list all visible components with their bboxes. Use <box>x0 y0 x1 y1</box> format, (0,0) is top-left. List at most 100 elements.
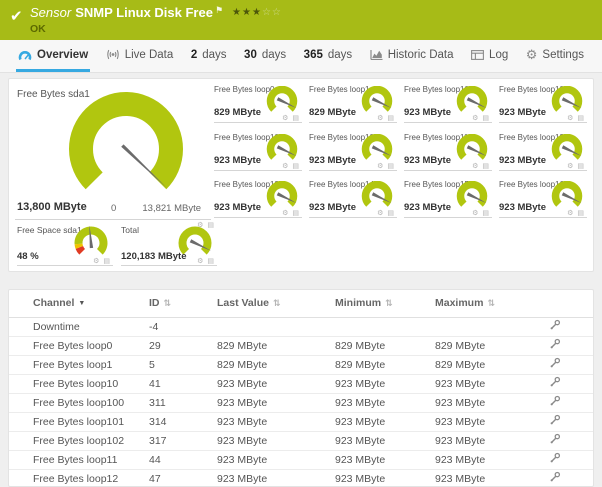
gauge-settings-icon[interactable]: ⚙ <box>377 163 384 170</box>
gauge-pin-icon[interactable]: ▤ <box>387 163 395 170</box>
column-header-channel[interactable]: Channel ▼ <box>9 290 141 318</box>
channel-settings-icon[interactable] <box>529 469 593 486</box>
tab-label: days <box>261 48 287 61</box>
sort-both-icon[interactable]: ⇅ <box>164 298 172 308</box>
channel-settings-icon[interactable] <box>529 355 593 375</box>
column-header-last-value[interactable]: Last Value ⇅ <box>209 290 327 318</box>
table-row[interactable]: Free Bytes loop1 5 829 MByte 829 MByte 829 M… <box>9 355 593 375</box>
gauge-pin-icon[interactable]: ▤ <box>482 163 490 170</box>
divider <box>214 122 302 123</box>
gauge-corner-icons[interactable]: ⚙ ▤ <box>282 114 300 122</box>
table-row[interactable]: Free Bytes loop102 317 923 MByte 923 MByte 9… <box>9 431 593 451</box>
gauge-corner-icons[interactable]: ⚙ ▤ <box>567 162 585 170</box>
gauge-pin-icon[interactable]: ▤ <box>482 210 490 217</box>
stars-empty: ☆☆ <box>261 7 282 18</box>
gauge-tile-free-bytes-loop0[interactable]: Free Bytes loop0 829 MByte ⚙ ▤ <box>214 84 309 132</box>
gauge-corner-icons[interactable]: ⚙ ▤ <box>472 209 490 217</box>
gauge-tile-free-bytes-loop12[interactable]: Free Bytes loop12 923 MByte ⚙ ▤ <box>499 132 594 180</box>
tab-historic-data[interactable]: Historic Data <box>368 40 456 72</box>
sort-both-icon[interactable]: ⇅ <box>487 298 495 308</box>
gauge-pin-icon[interactable]: ▤ <box>577 210 585 217</box>
gauge-tile-free-bytes-loop14[interactable]: Free Bytes loop14 923 MByte ⚙ ▤ <box>309 179 404 227</box>
channel-settings-icon[interactable] <box>529 336 593 356</box>
gauge-settings-icon[interactable]: ⚙ <box>282 163 289 170</box>
tab-30-days[interactable]: 30 days <box>242 40 288 72</box>
gauge-settings-icon[interactable]: ⚙ <box>282 115 289 122</box>
gauge-tile-free-bytes-loop13[interactable]: Free Bytes loop13 923 MByte ⚙ ▤ <box>214 179 309 227</box>
gauge-corner-icons[interactable]: ⚙ ▤ <box>93 257 111 265</box>
table-row[interactable]: Free Bytes loop101 314 923 MByte 923 MByte 9… <box>9 412 593 432</box>
gauge-pin-icon[interactable]: ▤ <box>482 115 490 122</box>
gauge-tile-free-bytes-loop101[interactable]: Free Bytes loop101 923 MByte ⚙ ▤ <box>214 132 309 180</box>
tab-live-data[interactable]: Live Data <box>104 40 176 72</box>
gauge-corner-icons[interactable]: ⚙ ▤ <box>472 114 490 122</box>
table-row[interactable]: Free Bytes loop12 47 923 MByte 923 MByte 923… <box>9 469 593 486</box>
sort-both-icon[interactable]: ⇅ <box>385 298 393 308</box>
gauge-settings-icon[interactable]: ⚙ <box>197 258 204 265</box>
channel-settings-icon[interactable] <box>529 374 593 394</box>
channel-settings-icon[interactable] <box>529 431 593 451</box>
channel-settings-icon[interactable] <box>529 393 593 413</box>
tab-settings[interactable]: ⚙ Settings <box>524 40 586 72</box>
tab-2-days[interactable]: 2 days <box>189 40 229 72</box>
gauge-settings-icon[interactable]: ⚙ <box>377 115 384 122</box>
gauge-pin-icon[interactable]: ▤ <box>292 115 300 122</box>
channel-settings-icon[interactable] <box>529 412 593 432</box>
gauge-tile-free-space-sda1[interactable]: Free Space sda1 48 % ⚙ ▤ <box>17 225 113 269</box>
gauge-corner-icons[interactable]: ⚙ ▤ <box>377 162 395 170</box>
tab-label: Live Data <box>124 48 174 61</box>
gauge-tile-total[interactable]: Total 120,183 MByte ⚙ ▤ <box>121 225 217 269</box>
gauge-pin-icon[interactable]: ▤ <box>292 210 300 217</box>
gauge-settings-icon[interactable]: ⚙ <box>472 210 479 217</box>
table-row[interactable]: Downtime -4 <box>9 317 593 337</box>
sort-both-icon[interactable]: ⇅ <box>273 298 281 308</box>
gauge-settings-icon[interactable]: ⚙ <box>93 258 100 265</box>
gauge-tile-free-bytes-loop10[interactable]: Free Bytes loop10 923 MByte ⚙ ▤ <box>404 84 499 132</box>
gauge-settings-icon[interactable]: ⚙ <box>282 210 289 217</box>
channel-cell: Free Bytes loop100 <box>9 393 141 413</box>
gauge-settings-icon[interactable]: ⚙ <box>567 115 574 122</box>
table-row[interactable]: Free Bytes loop10 41 923 MByte 923 MByte 923… <box>9 374 593 394</box>
column-header-minimum[interactable]: Minimum ⇅ <box>327 290 427 318</box>
table-row[interactable]: Free Bytes loop100 311 923 MByte 923 MByte 9… <box>9 393 593 413</box>
gauge-tile-free-bytes-loop16[interactable]: Free Bytes loop16 923 MByte ⚙ ▤ <box>499 179 594 227</box>
gauge-settings-icon[interactable]: ⚙ <box>377 210 384 217</box>
gauge-tile-free-bytes-loop11[interactable]: Free Bytes loop11 923 MByte ⚙ ▤ <box>404 132 499 180</box>
column-header-maximum[interactable]: Maximum ⇅ <box>427 290 529 318</box>
divider <box>404 169 492 171</box>
gauge-corner-icons[interactable]: ⚙ ▤ <box>377 209 395 217</box>
priority-stars[interactable]: ★★★☆☆ <box>232 7 282 18</box>
gauge-corner-icons[interactable]: ⚙ ▤ <box>197 257 215 265</box>
gauge-tile-free-bytes-loop102[interactable]: Free Bytes loop102 923 MByte ⚙ ▤ <box>309 132 404 180</box>
gauge-settings-icon[interactable]: ⚙ <box>567 210 574 217</box>
gauge-pin-icon[interactable]: ▤ <box>387 115 395 122</box>
gauge-tile-free-bytes-loop15[interactable]: Free Bytes loop15 923 MByte ⚙ ▤ <box>404 179 499 227</box>
gauge-corner-icons[interactable]: ⚙ ▤ <box>472 162 490 170</box>
gauge-corner-icons[interactable]: ⚙ ▤ <box>282 162 300 170</box>
gauge-settings-icon[interactable]: ⚙ <box>472 115 479 122</box>
gauge-tile-main[interactable]: Free Bytes sda1 13,800 MByte 0 13,821 MB… <box>15 85 215 229</box>
gauge-corner-icons[interactable]: ⚙ ▤ <box>567 209 585 217</box>
gauge-pin-icon[interactable]: ▤ <box>207 258 215 265</box>
tab-overview[interactable]: Overview <box>16 40 91 72</box>
gauge-pin-icon[interactable]: ▤ <box>577 163 585 170</box>
gauge-settings-icon[interactable]: ⚙ <box>472 163 479 170</box>
gauge-pin-icon[interactable]: ▤ <box>387 210 395 217</box>
sort-desc-icon[interactable]: ▼ <box>78 300 85 307</box>
gauge-tile-free-bytes-loop100[interactable]: Free Bytes loop100 923 MByte ⚙ ▤ <box>499 84 594 132</box>
column-header-id[interactable]: ID ⇅ <box>141 290 209 318</box>
gauge-corner-icons[interactable]: ⚙ ▤ <box>377 114 395 122</box>
tab-log[interactable]: Log <box>469 40 510 72</box>
gauge-corner-icons[interactable]: ⚙ ▤ <box>567 114 585 122</box>
gauge-pin-icon[interactable]: ▤ <box>577 115 585 122</box>
table-row[interactable]: Free Bytes loop0 29 829 MByte 829 MByte 829 … <box>9 336 593 356</box>
gauge-corner-icons[interactable]: ⚙ ▤ <box>282 209 300 217</box>
channel-settings-icon[interactable] <box>529 450 593 470</box>
table-row[interactable]: Free Bytes loop11 44 923 MByte 923 MByte 923… <box>9 450 593 470</box>
tab-365-days[interactable]: 365 days <box>302 40 354 72</box>
channel-settings-icon[interactable] <box>529 317 593 337</box>
gauge-pin-icon[interactable]: ▤ <box>292 163 300 170</box>
gauge-tile-free-bytes-loop1[interactable]: Free Bytes loop1 829 MByte ⚙ ▤ <box>309 84 404 132</box>
gauge-settings-icon[interactable]: ⚙ <box>567 163 574 170</box>
gauge-pin-icon[interactable]: ▤ <box>103 258 111 265</box>
